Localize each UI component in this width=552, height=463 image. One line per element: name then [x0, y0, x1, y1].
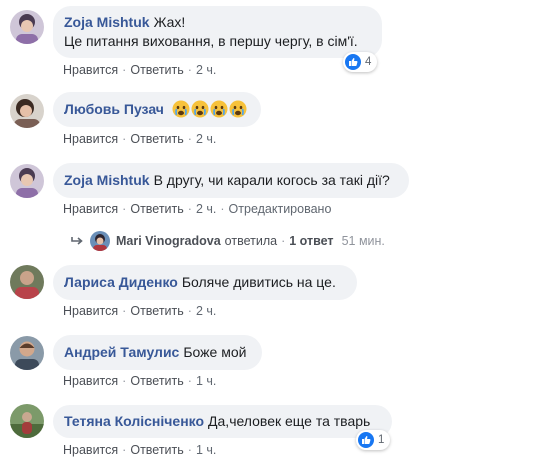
comment-text: Боляче дивитись на це.	[181, 274, 336, 290]
comment-bubble: Лариса Диденко Боляче дивитись на це.	[53, 265, 357, 300]
reaction-badge[interactable]: 1	[356, 430, 391, 450]
comment-time[interactable]: 2 ч.	[196, 304, 216, 318]
reply-count[interactable]: 1 ответ	[289, 234, 333, 248]
avatar[interactable]	[10, 10, 44, 44]
avatar[interactable]	[10, 94, 44, 128]
comment-bubble: Zoja Mishtuk Жах! Це питання виховання, в…	[53, 6, 382, 58]
reaction-count: 4	[365, 56, 372, 68]
crying-face-icon	[191, 100, 209, 118]
edited-label[interactable]: Отредактировано	[229, 202, 332, 216]
comment-bubble: Zoja Mishtuk В другу, чи карали когось за…	[53, 163, 409, 198]
comment-actions: Нравится · Ответить · 1 ч.	[63, 443, 217, 457]
comment-author[interactable]: Zoja Mishtuk	[64, 172, 150, 188]
comment-text: В другу, чи карали когось за такі дії?	[153, 172, 390, 188]
comment-bubble: Андрей Тамулис Боже мой	[53, 335, 262, 370]
comment-time[interactable]: 2 ч.	[196, 202, 216, 216]
reply-link[interactable]: Ответить	[130, 443, 183, 457]
emoji-row	[172, 100, 248, 118]
like-link[interactable]: Нравится	[63, 202, 118, 216]
comment-bubble: Любовь Пузач	[53, 92, 261, 127]
reaction-count: 1	[378, 434, 385, 446]
comment-author[interactable]: Андрей Тамулис	[64, 344, 179, 360]
like-link[interactable]: Нравится	[63, 63, 118, 77]
crying-face-icon	[172, 100, 190, 118]
like-icon	[345, 54, 361, 70]
avatar[interactable]	[10, 164, 44, 198]
like-icon	[358, 432, 374, 448]
comment-actions: Нравится · Ответить · 2 ч. · Отредактировано	[63, 202, 332, 216]
comment-text: Це питання виховання, в першу чергу, в с…	[64, 33, 358, 49]
comment-actions: Нравится · Ответить · 2 ч.	[63, 304, 217, 318]
comment-author[interactable]: Zoja Mishtuk	[64, 14, 150, 30]
avatar[interactable]	[10, 404, 44, 438]
comment-text: Да,человек еще та тварь	[208, 413, 371, 429]
reply-link[interactable]: Ответить	[130, 374, 183, 388]
comment-author[interactable]: Тетяна Колісніченко	[64, 413, 204, 429]
avatar[interactable]	[10, 336, 44, 370]
reaction-badge[interactable]: 4	[343, 52, 378, 72]
comment-actions: Нравится · Ответить · 2 ч.	[63, 63, 217, 77]
comment-text: Боже мой	[183, 344, 247, 360]
reply-link[interactable]: Ответить	[130, 132, 183, 146]
like-link[interactable]: Нравится	[63, 374, 118, 388]
reply-time: 51 мин.	[341, 234, 385, 248]
crying-face-icon	[210, 100, 228, 118]
comment-actions: Нравится · Ответить · 2 ч.	[63, 132, 217, 146]
comment-actions: Нравится · Ответить · 1 ч.	[63, 374, 217, 388]
reply-link[interactable]: Ответить	[130, 202, 183, 216]
comment-text: Жах!	[153, 14, 186, 30]
crying-face-icon	[229, 100, 247, 118]
reply-author[interactable]: Mari Vinogradova	[116, 234, 221, 248]
comment-author[interactable]: Лариса Диденко	[64, 274, 178, 290]
comment-time[interactable]: 1 ч.	[196, 374, 216, 388]
comment-time[interactable]: 1 ч.	[196, 443, 216, 457]
comment-time[interactable]: 2 ч.	[196, 63, 216, 77]
avatar[interactable]	[10, 265, 44, 299]
replies-link[interactable]: Mari Vinogradova ответила · 1 ответ 51 м…	[70, 231, 385, 251]
comment-time[interactable]: 2 ч.	[196, 132, 216, 146]
reply-verb: ответила	[224, 234, 278, 248]
reply-avatar	[90, 231, 110, 251]
like-link[interactable]: Нравится	[63, 304, 118, 318]
comment-author[interactable]: Любовь Пузач	[64, 101, 164, 117]
like-link[interactable]: Нравится	[63, 443, 118, 457]
comment-bubble: Тетяна Колісніченко Да,человек еще та тва…	[53, 405, 392, 438]
like-link[interactable]: Нравится	[63, 132, 118, 146]
reply-link[interactable]: Ответить	[130, 63, 183, 77]
reply-arrow-icon	[71, 237, 83, 245]
reply-link[interactable]: Ответить	[130, 304, 183, 318]
